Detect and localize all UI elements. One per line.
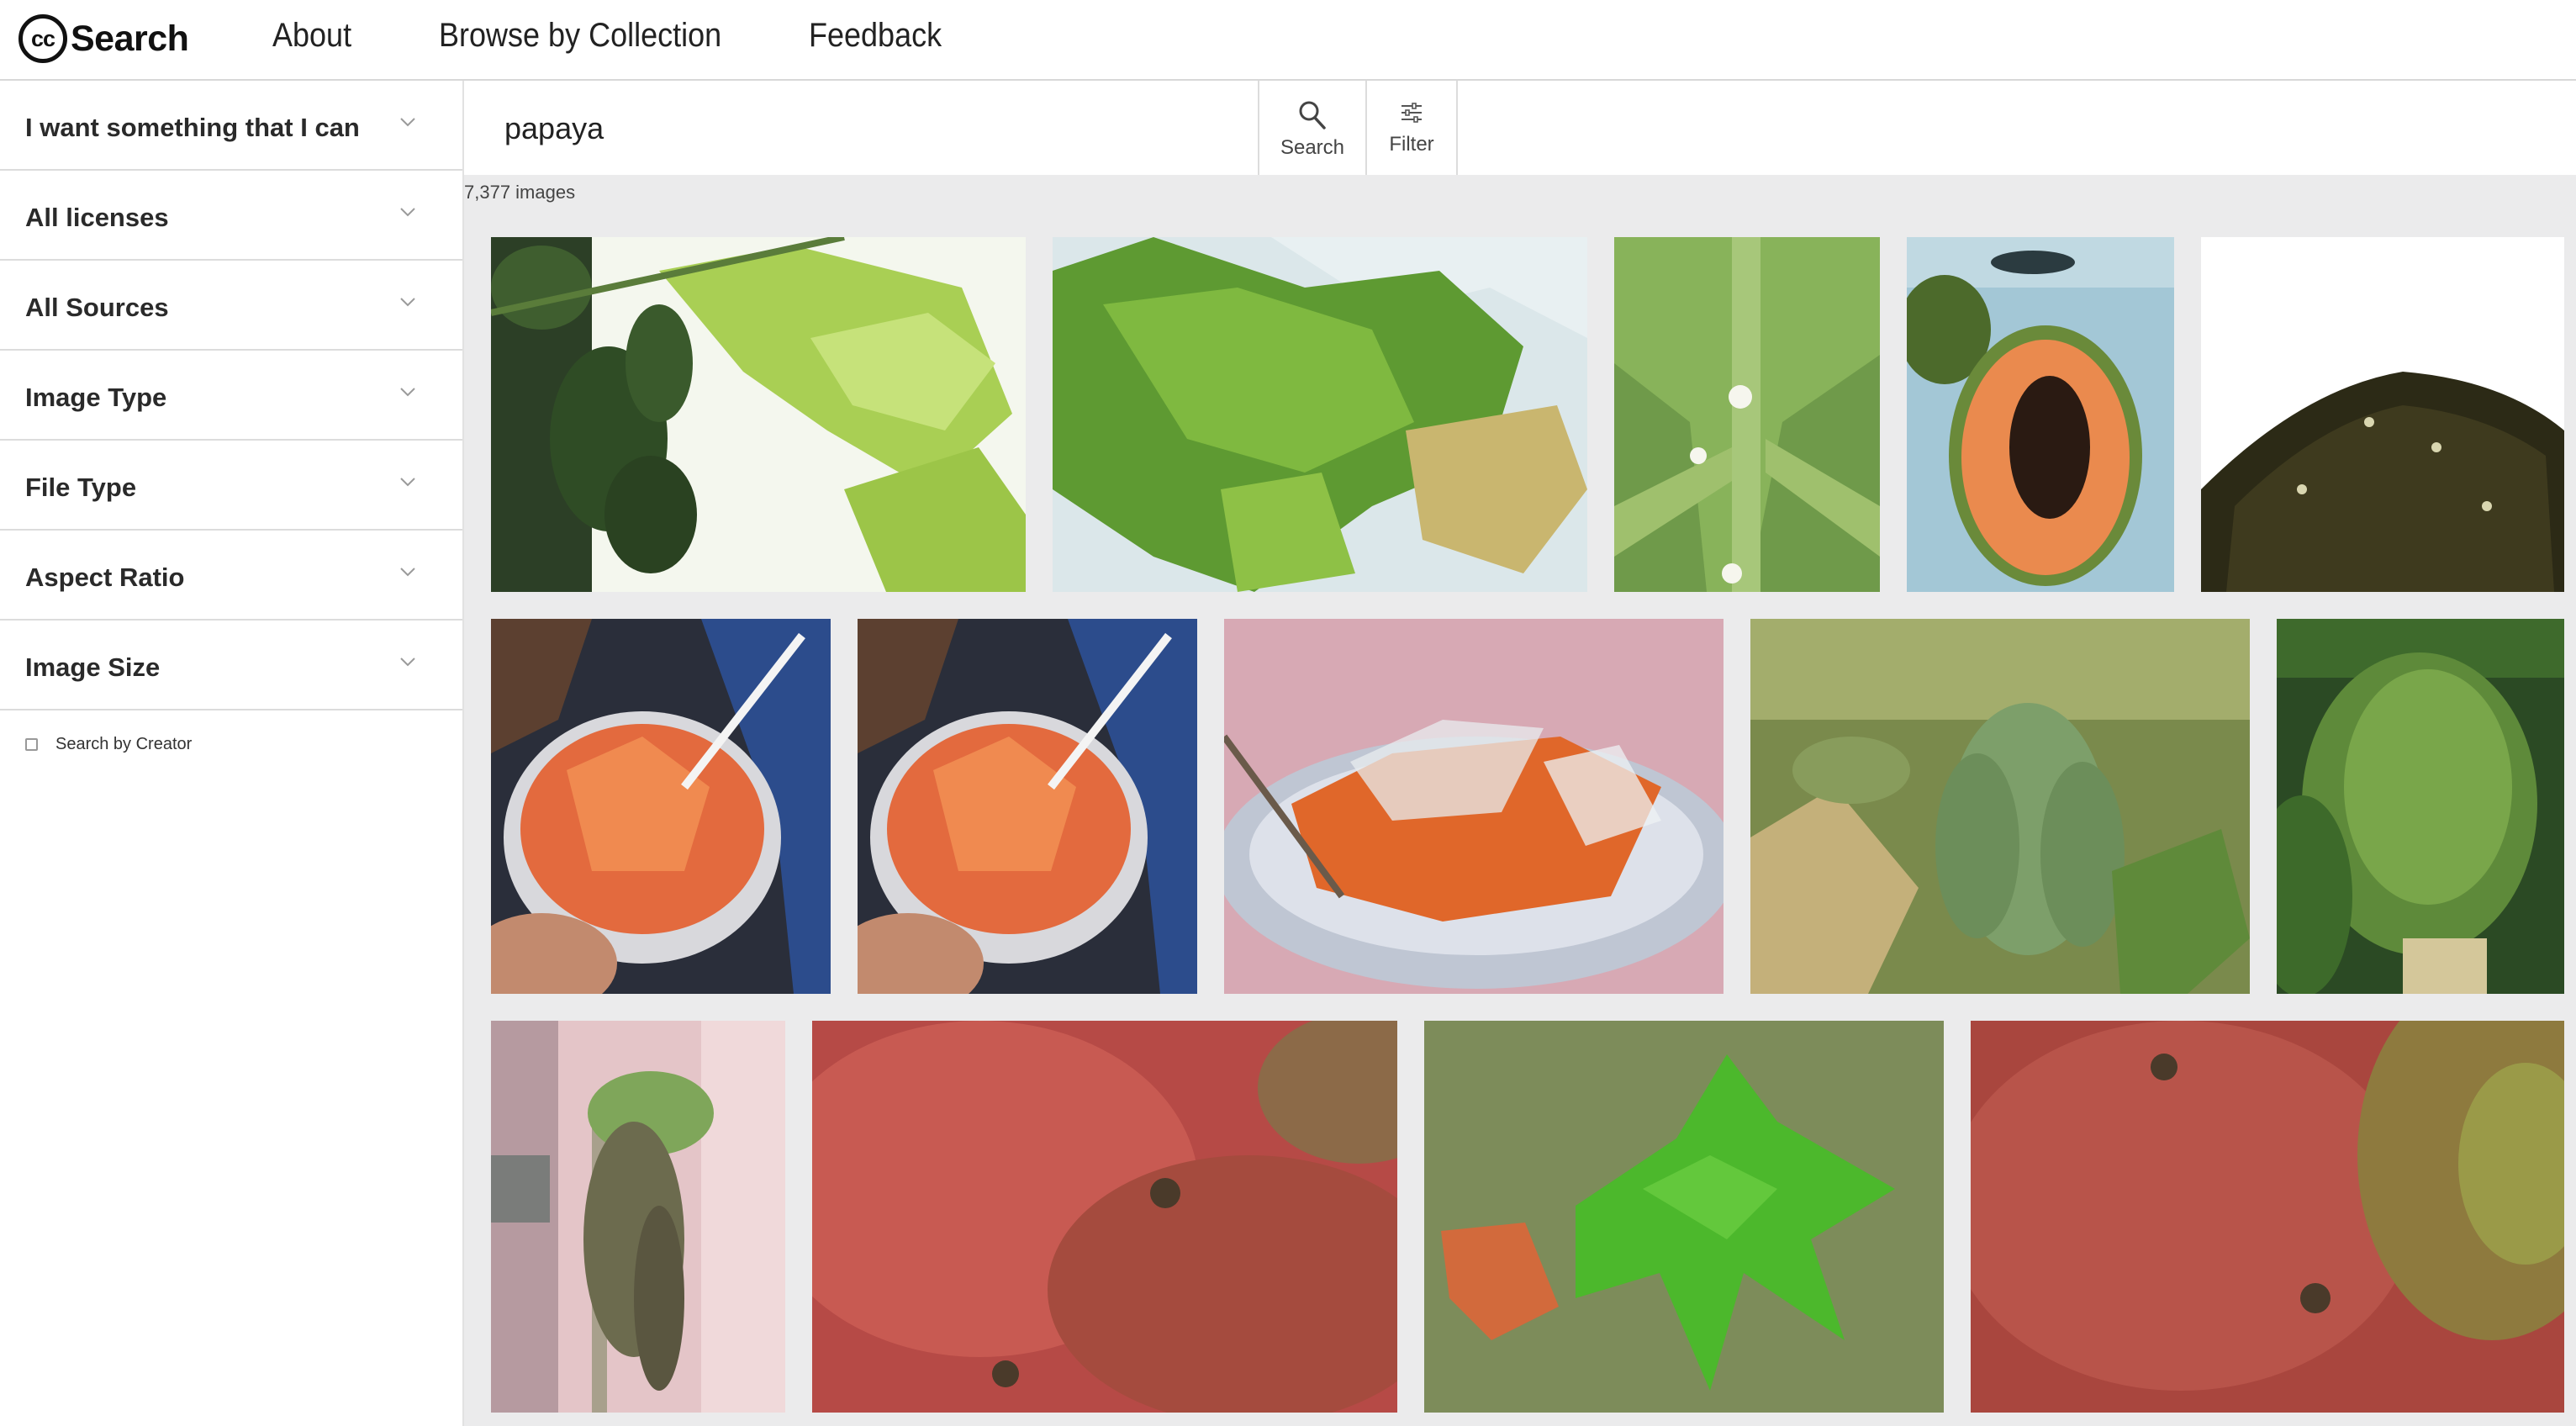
result-image[interactable]	[491, 1021, 785, 1413]
filter-label: All licenses	[25, 203, 169, 232]
papaya-skin-closeup-image	[1971, 1021, 2564, 1413]
result-image[interactable]	[491, 237, 1026, 592]
filter-use-case[interactable]: I want something that I can	[0, 81, 462, 171]
result-image[interactable]	[1750, 619, 2250, 994]
sliders-icon	[1401, 103, 1422, 123]
result-image[interactable]	[1971, 1021, 2564, 1413]
result-image[interactable]	[1224, 619, 1723, 994]
result-image[interactable]	[1614, 237, 1880, 592]
nav-link-about[interactable]: About	[272, 17, 351, 55]
results-area: Search Filter 7,377 images	[464, 81, 2576, 1426]
search-input[interactable]	[503, 104, 1683, 153]
filter-image-size[interactable]: Image Size	[0, 621, 462, 710]
chevron-down-icon	[400, 208, 415, 217]
search-by-creator: Search by Creator	[25, 735, 192, 754]
search-by-creator-checkbox[interactable]	[25, 738, 38, 751]
filter-label: All Sources	[25, 293, 169, 322]
nav-link-feedback[interactable]: Feedback	[809, 17, 942, 55]
papaya-flowers-image	[1614, 237, 1880, 592]
nav-link-browse-by-collection[interactable]: Browse by Collection	[439, 17, 721, 55]
cc-logo-icon: cc	[18, 14, 67, 63]
result-image[interactable]	[1053, 237, 1587, 592]
filter-button-label: Filter	[1389, 133, 1434, 156]
filter-sidebar: I want something that I can All licenses…	[0, 81, 464, 1426]
chevron-down-icon	[400, 658, 415, 667]
filter-button[interactable]: Filter	[1365, 81, 1458, 175]
filter-licenses[interactable]: All licenses	[0, 171, 462, 261]
chevron-down-icon	[400, 478, 415, 487]
result-image[interactable]	[812, 1021, 1397, 1413]
chevron-down-icon	[400, 118, 415, 127]
filter-label: File Type	[25, 473, 137, 502]
chevron-down-icon	[400, 298, 415, 307]
papaya-seeds-image	[2201, 237, 2564, 592]
green-papaya-closeup-image	[2277, 619, 2564, 994]
search-by-creator-label: Search by Creator	[55, 735, 193, 753]
top-nav: cc Search About Browse by Collection Fee…	[0, 0, 2576, 81]
result-image[interactable]	[2277, 619, 2564, 994]
papaya-tree-leaves-image	[491, 237, 1026, 592]
filter-label: Image Size	[25, 652, 161, 682]
filter-image-type[interactable]: Image Type	[0, 351, 462, 441]
filter-label: I want something that I can	[25, 113, 360, 142]
filter-label: Aspect Ratio	[25, 562, 185, 592]
result-image[interactable]	[1907, 237, 2174, 592]
filter-aspect-ratio[interactable]: Aspect Ratio	[0, 531, 462, 621]
papaya-bowl-fork-image	[491, 619, 831, 994]
result-image[interactable]	[491, 619, 831, 994]
filter-label: Image Type	[25, 383, 167, 412]
search-button-label: Search	[1280, 136, 1345, 159]
result-image[interactable]	[2201, 237, 2564, 592]
papaya-leaf-closeup-image	[1053, 237, 1587, 592]
cc-search-logo[interactable]: cc Search	[18, 12, 189, 66]
search-button[interactable]: Search	[1258, 81, 1365, 175]
halved-papaya-image	[1907, 237, 2174, 592]
filter-sources[interactable]: All Sources	[0, 261, 462, 351]
logo-text: Search	[71, 18, 189, 59]
result-image[interactable]	[858, 619, 1197, 994]
search-bar: Search Filter	[464, 81, 2576, 175]
chevron-down-icon	[400, 388, 415, 397]
papaya-skin-closeup-image	[812, 1021, 1397, 1413]
papaya-plate-ice-image	[1224, 619, 1723, 994]
chevron-down-icon	[400, 568, 415, 577]
papaya-bowl-fork-image	[858, 619, 1197, 994]
filter-file-type[interactable]: File Type	[0, 441, 462, 531]
search-icon	[1299, 101, 1326, 129]
papaya-tree-building-image	[491, 1021, 785, 1413]
papaya-seedling-image	[1424, 1021, 1944, 1413]
result-image[interactable]	[1424, 1021, 1944, 1413]
result-count: 7,377 images	[464, 182, 576, 203]
green-papaya-cluster-image	[1750, 619, 2250, 994]
